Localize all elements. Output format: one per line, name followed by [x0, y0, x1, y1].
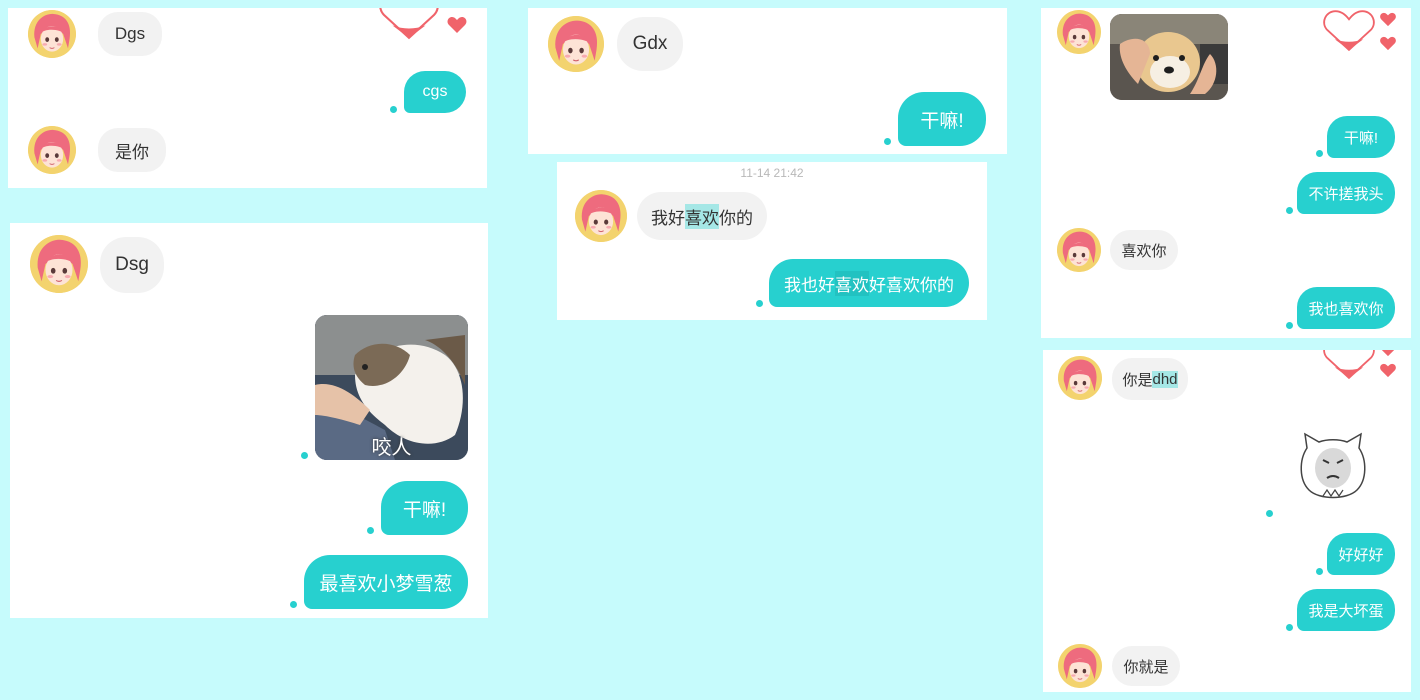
- message-bubble-outgoing[interactable]: 最喜欢小梦雪葱: [304, 555, 468, 609]
- message-text: 我好: [651, 208, 685, 228]
- chat-panel-2: Dsg 咬人 干嘛! 最喜欢小梦雪葱: [10, 223, 488, 618]
- heart-icon: [1379, 36, 1397, 51]
- cat-image[interactable]: 咬人: [315, 315, 468, 460]
- avatar[interactable]: [575, 190, 627, 242]
- heart-outline-icon: [376, 8, 442, 42]
- image-caption: 咬人: [371, 437, 412, 459]
- message-bubble-outgoing[interactable]: 干嘛!: [898, 92, 986, 146]
- read-dot: [367, 527, 374, 534]
- avatar[interactable]: [1058, 356, 1102, 400]
- read-dot: [290, 601, 297, 608]
- highlighted-text: dhd: [1152, 370, 1178, 388]
- read-dot: [1316, 568, 1323, 575]
- highlighted-text: 喜欢: [685, 203, 719, 229]
- chat-panel-1: Dgs cgs 是你: [8, 8, 487, 188]
- heart-icon: [1379, 363, 1397, 378]
- message-bubble-outgoing[interactable]: 干嘛!: [381, 481, 468, 535]
- message-bubble-incoming[interactable]: 我好 喜欢 你的: [637, 192, 767, 240]
- chat-panel-5: 干嘛! 不许搓我头 喜欢你 我也喜欢你: [1041, 8, 1411, 338]
- read-dot: [1286, 624, 1293, 631]
- avatar[interactable]: [1058, 644, 1102, 688]
- sticker-grumpy-cat[interactable]: [1297, 430, 1369, 502]
- avatar[interactable]: [1057, 228, 1101, 272]
- highlighted-text: 喜欢: [835, 270, 869, 296]
- heart-icon: [1379, 12, 1397, 27]
- message-bubble-incoming[interactable]: 喜欢你: [1110, 230, 1178, 270]
- read-dot: [301, 452, 308, 459]
- read-dot: [390, 106, 397, 113]
- message-bubble-incoming[interactable]: Dgs: [98, 12, 162, 56]
- timestamp: 11-14 21:42: [740, 166, 804, 180]
- message-bubble-outgoing[interactable]: 干嘛!: [1327, 116, 1395, 158]
- read-dot: [756, 300, 763, 307]
- avatar[interactable]: [28, 126, 76, 174]
- heart-outline-icon: [1322, 8, 1376, 54]
- chat-panel-4: 11-14 21:42 我好 喜欢 你的 我也好 喜欢 好喜欢你的: [557, 162, 987, 320]
- message-bubble-outgoing[interactable]: 好好好: [1327, 533, 1395, 575]
- message-text: 你的: [719, 208, 753, 228]
- read-dot: [1316, 150, 1323, 157]
- read-dot: [1266, 510, 1273, 517]
- chat-panel-6: 你是 dhd 好好好 我是大坏蛋 你就是: [1043, 350, 1411, 692]
- avatar[interactable]: [1057, 10, 1101, 54]
- read-dot: [1286, 322, 1293, 329]
- avatar[interactable]: [30, 235, 88, 293]
- message-bubble-incoming[interactable]: 你是 dhd: [1112, 358, 1188, 400]
- message-bubble-outgoing[interactable]: 我也喜欢你: [1297, 287, 1395, 329]
- message-bubble-incoming[interactable]: 是你: [98, 128, 166, 172]
- message-bubble-incoming[interactable]: 你就是: [1112, 646, 1180, 686]
- message-bubble-outgoing[interactable]: 我是大坏蛋: [1297, 589, 1395, 631]
- message-bubble-outgoing[interactable]: 不许搓我头: [1297, 172, 1395, 214]
- message-bubble-incoming[interactable]: Dsg: [100, 237, 164, 293]
- read-dot: [884, 138, 891, 145]
- message-bubble-outgoing[interactable]: 我也好 喜欢 好喜欢你的: [769, 259, 969, 307]
- message-text: 你是: [1122, 371, 1153, 389]
- message-text: 我也好: [784, 275, 835, 295]
- heart-icon: [446, 16, 468, 34]
- read-dot: [1286, 207, 1293, 214]
- heart-icon: [1379, 350, 1397, 357]
- message-bubble-incoming[interactable]: Gdx: [617, 17, 683, 71]
- chat-panel-3: Gdx 干嘛!: [528, 8, 1007, 154]
- avatar[interactable]: [548, 16, 604, 72]
- dog-image[interactable]: [1110, 14, 1228, 100]
- heart-outline-icon: [1322, 350, 1376, 382]
- avatar[interactable]: [28, 10, 76, 58]
- message-bubble-outgoing[interactable]: cgs: [404, 71, 466, 113]
- message-text: 好喜欢你的: [869, 275, 954, 295]
